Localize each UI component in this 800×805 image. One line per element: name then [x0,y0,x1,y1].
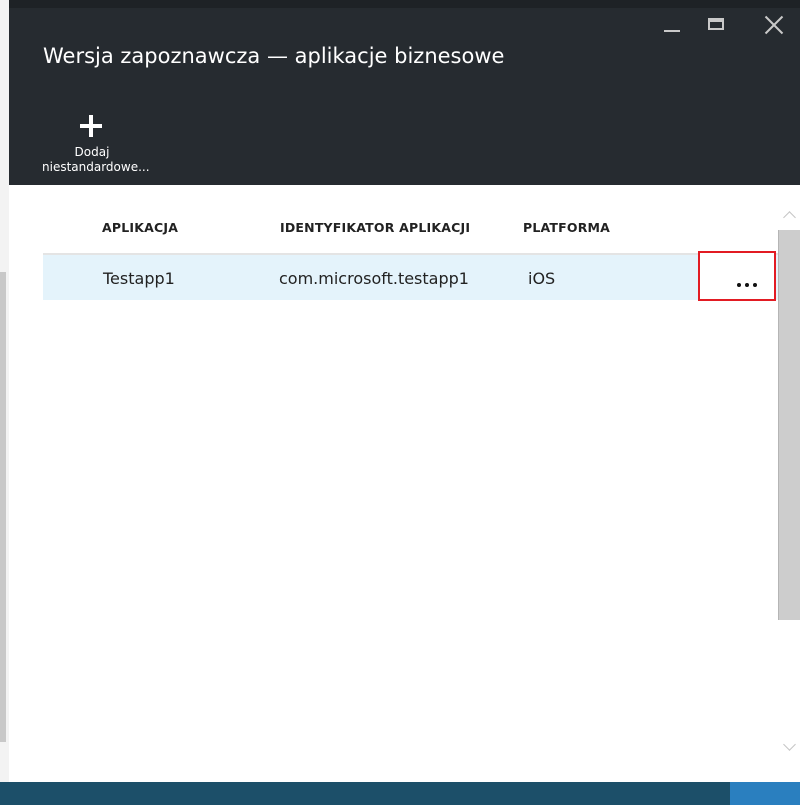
plus-icon [80,115,102,137]
platform-cell: iOS [528,269,556,288]
scroll-up-arrow-icon[interactable] [781,207,797,223]
scroll-down-arrow-icon[interactable] [781,740,797,756]
scrollbar-thumb[interactable] [778,230,800,620]
blade-header: Wersja zapoznawcza — aplikacje biznesowe… [9,0,800,185]
add-custom-label-line2: niestandardowe... [42,160,150,174]
blade-title: Wersja zapoznawcza — aplikacje biznesowe [43,44,505,68]
maximize-icon [708,18,724,30]
add-custom-label-line1: Dodaj [74,145,110,159]
close-icon [764,15,784,35]
add-custom-label: Dodaj niestandardowe... [42,145,150,175]
more-options-button[interactable] [698,251,776,301]
app-name-cell: Testapp1 [103,269,175,288]
column-header-platform[interactable]: PLATFORMA [523,220,610,235]
header-top-strip [9,0,800,8]
content-scrollbar[interactable] [778,185,800,782]
apps-table: APLIKACJA IDENTYFIKATOR APLIKACJI PLATFO… [9,185,778,782]
bottom-bar-accent [730,782,800,805]
table-row[interactable]: Testapp1 com.microsoft.testapp1 iOS [43,255,778,300]
window-controls [654,14,792,36]
column-header-app[interactable]: APLIKACJA [102,220,178,235]
minimize-icon [664,30,680,32]
close-button[interactable] [746,14,792,36]
ellipsis-icon [737,283,757,287]
column-header-app-id[interactable]: IDENTYFIKATOR APLIKACJI [280,220,470,235]
add-custom-app-button[interactable]: Dodaj niestandardowe... [42,114,150,178]
underlying-scrollbar[interactable] [0,272,6,742]
app-id-cell: com.microsoft.testapp1 [279,269,469,288]
bottom-bar [0,782,800,805]
minimize-button[interactable] [654,14,700,36]
maximize-button[interactable] [700,14,746,36]
